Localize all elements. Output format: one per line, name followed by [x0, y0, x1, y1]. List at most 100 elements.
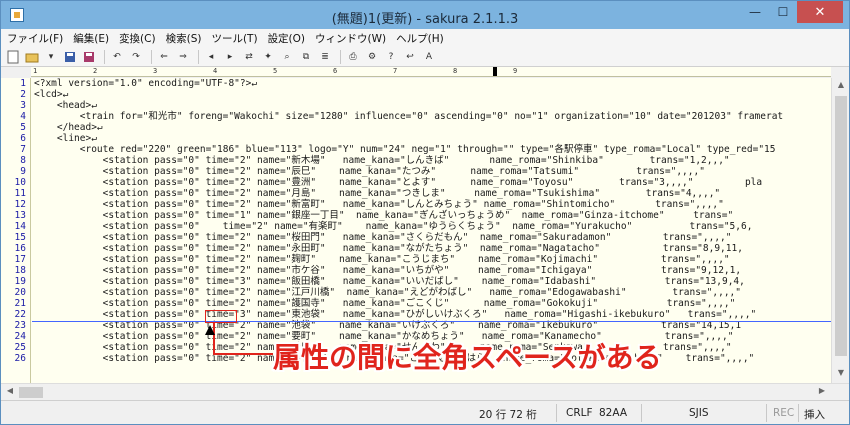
- status-divider: [766, 404, 767, 422]
- outline-icon[interactable]: ≣: [317, 49, 333, 65]
- line-number: 20: [14, 287, 26, 298]
- scroll-up-icon[interactable]: ▲: [835, 80, 847, 92]
- font-icon[interactable]: A: [421, 49, 437, 65]
- menu-window[interactable]: ウィンドウ(W): [315, 31, 386, 46]
- code-line: <?xml version="1.0" encoding="UTF-8"?>↵: [34, 78, 258, 89]
- line-number: 6: [20, 133, 26, 144]
- code-line: <station pass="0" time="2" name="有楽町" na…: [34, 221, 753, 232]
- code-line: <station pass="0" time="2" name="永田町" na…: [34, 243, 743, 254]
- prev-icon[interactable]: ⇐: [156, 49, 172, 65]
- vertical-scroll-thumb[interactable]: [835, 96, 847, 356]
- ruler-tick: 5: [273, 67, 278, 75]
- scroll-right-icon[interactable]: ▶: [816, 386, 828, 398]
- toolbar: ▾ ↶ ↷ ⇐ ⇒ ◂ ▸ ⇄ ✦ ⌕ ⧉ ≣ ⎙ ⚙ ? ↩ A: [1, 47, 849, 67]
- help-icon[interactable]: ?: [383, 49, 399, 65]
- line-number: 12: [14, 199, 26, 210]
- horizontal-scroll-thumb[interactable]: [19, 387, 43, 398]
- ruler-tick: 8: [453, 67, 458, 75]
- status-bar: 20 行 72 桁 CRLF 82AA SJIS REC 挿入: [1, 400, 849, 424]
- window-controls: — ☐ ✕: [741, 1, 843, 23]
- menu-bar: ファイル(F) 編集(E) 変換(C) 検索(S) ツール(T) 設定(O) ウ…: [1, 29, 849, 47]
- close-button[interactable]: ✕: [797, 1, 843, 23]
- settings-icon[interactable]: ⚙: [364, 49, 380, 65]
- minimize-button[interactable]: —: [741, 1, 769, 23]
- code-line: <station pass="0" time="1" name="銀座一丁目" …: [34, 210, 734, 221]
- code-line: <station pass="0" time="2" name="新木場" na…: [34, 155, 730, 166]
- status-divider: [641, 404, 642, 422]
- search-prev-icon[interactable]: ◂: [203, 49, 219, 65]
- scroll-left-icon[interactable]: ◀: [4, 386, 16, 398]
- code-line: <line>↵: [34, 133, 97, 144]
- redo-icon[interactable]: ↷: [128, 49, 144, 65]
- line-number: 3: [20, 100, 26, 111]
- menu-settings[interactable]: 設定(O): [268, 31, 305, 46]
- save-icon[interactable]: [62, 49, 78, 65]
- save-as-icon[interactable]: [81, 49, 97, 65]
- toolbar-separator: [104, 49, 105, 64]
- line-number: 15: [14, 232, 26, 243]
- window-title: (無題)1(更新) - sakura 2.1.1.3: [331, 12, 519, 27]
- line-number: 11: [14, 188, 26, 199]
- horizontal-scrollbar[interactable]: ◀ ▶: [1, 383, 849, 400]
- menu-help[interactable]: ヘルプ(H): [396, 31, 444, 46]
- title-bar[interactable]: (無題)1(更新) - sakura 2.1.1.3 — ☐ ✕: [1, 1, 849, 29]
- next-icon[interactable]: ⇒: [175, 49, 191, 65]
- code-line: <train for="和光市" foreng="Wakochi" size="…: [34, 111, 784, 122]
- code-line: <station pass="0" time="2" name="市ケ谷" na…: [34, 265, 742, 276]
- rec-indicator: REC: [773, 407, 795, 419]
- search-next-icon[interactable]: ▸: [222, 49, 238, 65]
- new-file-icon[interactable]: [5, 49, 21, 65]
- undo-icon[interactable]: ↶: [109, 49, 125, 65]
- code-line: <station pass="0" time="3" name="飯田橋" na…: [34, 276, 745, 287]
- line-number: 2: [20, 89, 26, 100]
- menu-search[interactable]: 検索(S): [166, 31, 202, 46]
- print-icon[interactable]: ⎙: [345, 49, 361, 65]
- line-number: 22: [14, 309, 26, 320]
- code-line: </head>↵: [34, 122, 103, 133]
- line-number: 23: [14, 320, 26, 331]
- grep-icon[interactable]: ⌕: [279, 49, 295, 65]
- line-number: 5: [20, 122, 26, 133]
- code-line: <station pass="0" time="2" name="護国寺" na…: [34, 298, 736, 309]
- dropdown-icon[interactable]: ▾: [43, 49, 59, 65]
- column-ruler: 1 2 3 4 5 6 7 8 9: [31, 67, 831, 77]
- line-ending: CRLF: [566, 407, 593, 419]
- replace-icon[interactable]: ⇄: [241, 49, 257, 65]
- code-line: <station pass="0" time="2" name="新富町" na…: [34, 199, 724, 210]
- ruler-tick: 1: [33, 67, 38, 75]
- scroll-down-icon[interactable]: ▼: [835, 368, 847, 380]
- menu-convert[interactable]: 変換(C): [119, 31, 156, 46]
- line-number: 25: [14, 342, 26, 353]
- code-line: <station pass="0" time="3" name="東池袋" na…: [34, 309, 757, 320]
- code-line: <station pass="0" time="2" name="月島" nam…: [34, 188, 721, 199]
- menu-file[interactable]: ファイル(F): [7, 31, 63, 46]
- ruler-tick: 4: [213, 67, 218, 75]
- line-number: 4: [20, 111, 26, 122]
- line-number: 7: [20, 144, 26, 155]
- code-line: <lcd>↵: [34, 89, 69, 100]
- wrap-icon[interactable]: ↩: [402, 49, 418, 65]
- menu-edit[interactable]: 編集(E): [73, 31, 109, 46]
- open-folder-icon[interactable]: [24, 49, 40, 65]
- code-line: <station pass="0" time="2" name="豊洲" nam…: [34, 177, 763, 188]
- menu-tools[interactable]: ツール(T): [211, 31, 257, 46]
- mouse-cursor-icon: [205, 325, 215, 335]
- code-line: <route red="220" green="186" blue="113" …: [34, 144, 776, 155]
- cursor-position: 20 行 72 桁: [479, 409, 537, 421]
- char-code: 82AA: [599, 407, 628, 419]
- ruler-tick: 9: [513, 67, 518, 75]
- text-editor[interactable]: 1 2 3 4 5 6 7 8 9 10 11 12 13 14 15 16 1…: [1, 78, 831, 383]
- line-number: 16: [14, 243, 26, 254]
- toolbar-separator: [198, 49, 199, 64]
- status-divider: [556, 404, 557, 422]
- line-number: 18: [14, 265, 26, 276]
- annotation-label: 属性の間に全角スペースがある: [273, 341, 662, 374]
- maximize-button[interactable]: ☐: [769, 1, 797, 23]
- vertical-scrollbar[interactable]: ▲ ▼: [831, 78, 849, 383]
- bookmark-icon[interactable]: ✦: [260, 49, 276, 65]
- line-number: 24: [14, 331, 26, 342]
- highlight-box: [205, 310, 237, 323]
- line-number: 21: [14, 298, 26, 309]
- compare-icon[interactable]: ⧉: [298, 49, 314, 65]
- encoding[interactable]: SJIS: [689, 407, 709, 419]
